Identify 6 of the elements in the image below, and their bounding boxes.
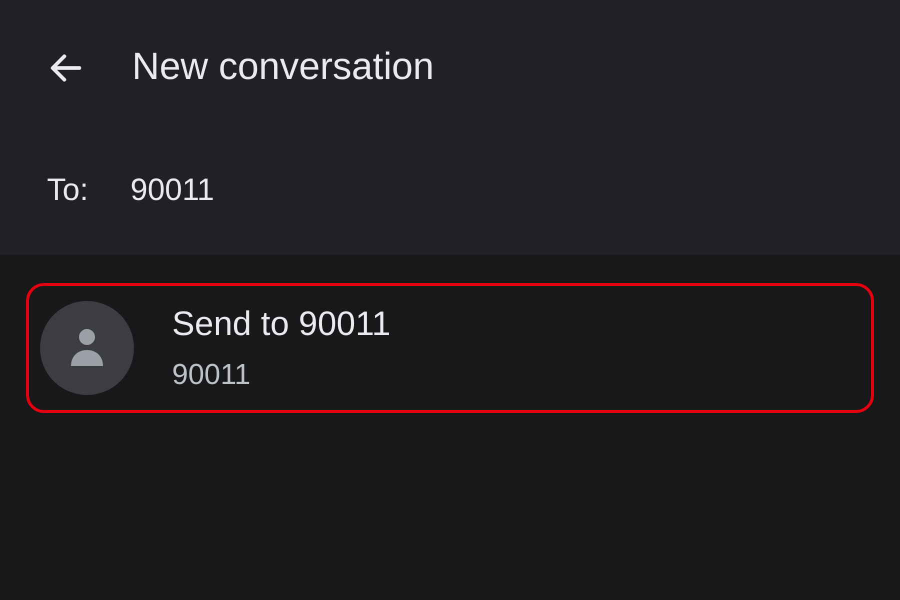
suggestion-item[interactable]: Send to 90011 90011: [26, 283, 874, 413]
recipient-field[interactable]: 90011: [130, 166, 630, 214]
suggestion-number: 90011: [172, 358, 252, 392]
screen-title: New conversation: [132, 45, 434, 90]
suggestion-title: Send to 90011: [172, 304, 391, 344]
to-label: To:: [47, 170, 88, 209]
